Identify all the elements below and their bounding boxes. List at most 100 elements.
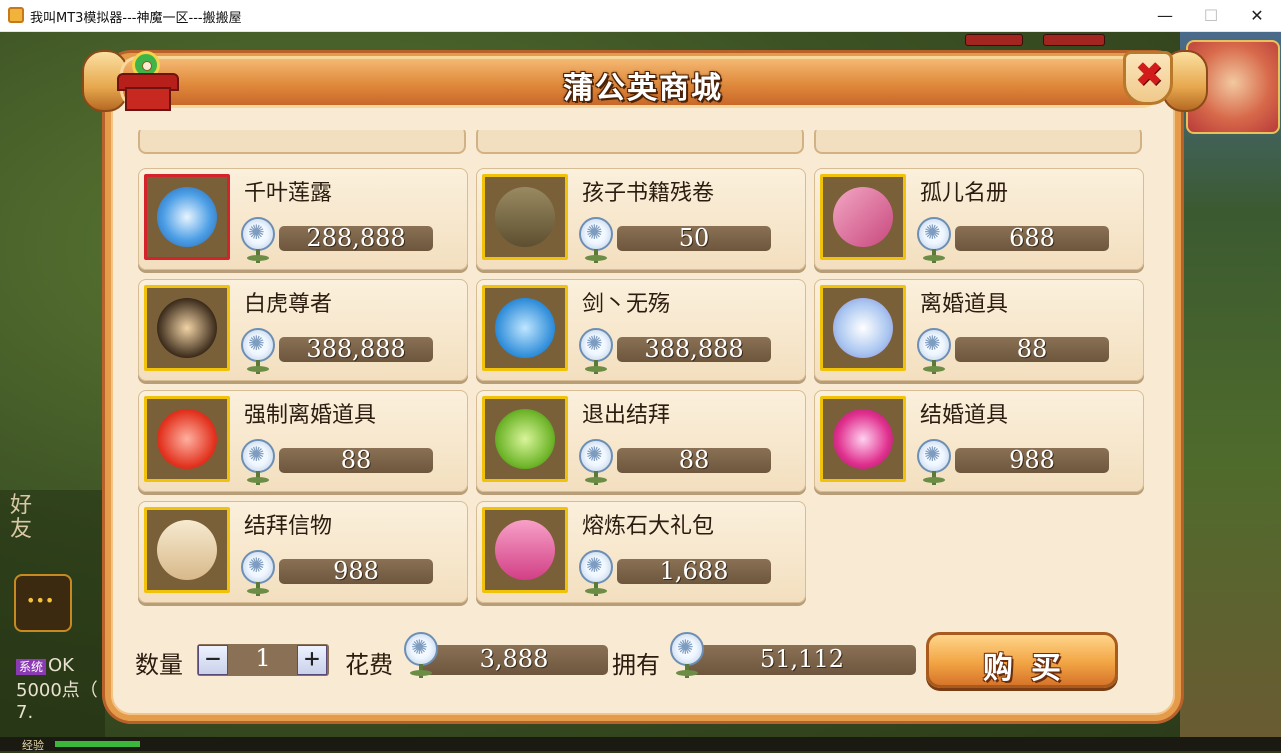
dandelion-icon: [666, 632, 712, 682]
item-thumbnail[interactable]: [820, 174, 906, 260]
dialog-close-button[interactable]: ✖: [1123, 51, 1173, 105]
pink-book-icon: [833, 187, 893, 247]
dandelion-icon: [913, 439, 957, 485]
quantity-minus-button[interactable]: −: [198, 645, 228, 675]
item-thumbnail[interactable]: [144, 285, 230, 371]
shop-item-card[interactable]: 结婚道具 988: [814, 390, 1144, 492]
item-name: 结婚道具: [920, 403, 1009, 428]
item-thumbnail[interactable]: [482, 396, 568, 482]
quantity-stepper: − 1 +: [197, 644, 329, 676]
item-price-bar: 88: [955, 335, 1109, 363]
quantity-value[interactable]: 1: [229, 644, 297, 672]
friend-label[interactable]: 好友: [10, 494, 40, 542]
item-name: 孤儿名册: [920, 181, 1009, 206]
window-close-button[interactable]: ✕: [1234, 0, 1280, 31]
shop-item-card[interactable]: 退出结拜 88: [476, 390, 806, 492]
cost-label: 花费: [345, 651, 393, 679]
system-chat-line1: OK: [48, 655, 74, 676]
item-name: 白虎尊者: [244, 292, 333, 317]
system-chat-text: 系统 OK 5000点（ 7.: [16, 655, 98, 723]
window-title-bar: 我叫MT3模拟器---神魔一区---搬搬屋 — ☐ ✕: [0, 0, 1281, 32]
partial-card: [476, 130, 804, 154]
item-thumbnail[interactable]: [820, 285, 906, 371]
dandelion-icon: [237, 439, 281, 485]
cost-value: 3,888: [479, 645, 549, 673]
item-price: 88: [678, 446, 710, 474]
item-thumbnail[interactable]: [144, 507, 230, 593]
owned-value-bar: 51,112: [688, 645, 916, 675]
item-price-bar: 688: [955, 224, 1109, 252]
shop-item-card[interactable]: 孤儿名册 688: [814, 168, 1144, 270]
item-price-bar: 388,888: [617, 335, 771, 363]
buy-button[interactable]: 购买: [926, 632, 1118, 688]
app-icon: [8, 7, 24, 23]
partial-card: [138, 130, 466, 154]
partial-card: [814, 130, 1142, 154]
buy-button-label: 购买: [983, 651, 1079, 686]
dandelion-icon: [237, 217, 281, 263]
scene-right-strip: [1180, 32, 1281, 751]
item-price: 288,888: [306, 224, 406, 252]
item-price: 988: [333, 557, 379, 585]
item-thumbnail[interactable]: [482, 174, 568, 260]
system-chat-line3: 7.: [16, 702, 34, 723]
shop-item-card[interactable]: 剑丶无殇 388,888: [476, 279, 806, 381]
item-price-bar: 288,888: [279, 224, 433, 252]
dandelion-icon: [575, 328, 619, 374]
shop-item-card[interactable]: 熔炼石大礼包 1,688: [476, 501, 806, 603]
item-name: 强制离婚道具: [244, 403, 377, 428]
dandelion-icon: [913, 328, 957, 374]
item-name: 孩子书籍残卷: [582, 181, 715, 206]
warrior-portrait-icon: [157, 298, 217, 358]
shop-item-card[interactable]: 千叶莲露 288,888: [138, 168, 468, 270]
item-price: 50: [678, 224, 710, 252]
shop-item-card[interactable]: 强制离婚道具 88: [138, 390, 468, 492]
ice-warrior-icon: [495, 298, 555, 358]
item-thumbnail[interactable]: [144, 174, 230, 260]
quantity-plus-button[interactable]: +: [297, 645, 327, 675]
item-name: 熔炼石大礼包: [582, 514, 715, 539]
item-price: 688: [1009, 224, 1055, 252]
item-thumbnail[interactable]: [482, 285, 568, 371]
dandelion-icon: [575, 217, 619, 263]
heart-sword-icon: [157, 409, 217, 469]
exp-bar: [0, 737, 1281, 751]
item-thumbnail[interactable]: [144, 396, 230, 482]
dandelion-icon: [400, 632, 446, 682]
hp-bars: [965, 34, 1105, 46]
item-name: 离婚道具: [920, 292, 1009, 317]
minimize-button[interactable]: —: [1142, 0, 1188, 31]
dandelion-icon: [575, 550, 619, 596]
window-title: 我叫MT3模拟器---神魔一区---搬搬屋: [30, 11, 242, 26]
item-price-bar: 388,888: [279, 335, 433, 363]
item-thumbnail[interactable]: [482, 507, 568, 593]
item-price: 88: [340, 446, 372, 474]
system-chat-line2: 5000点（: [16, 680, 98, 701]
item-price-bar: 50: [617, 224, 771, 252]
item-price: 388,888: [644, 335, 744, 363]
shop-item-card[interactable]: 白虎尊者 388,888: [138, 279, 468, 381]
quantity-label: 数量: [135, 651, 183, 679]
shop-item-card[interactable]: 结拜信物 988: [138, 501, 468, 603]
item-price-bar: 1,688: [617, 557, 771, 585]
shop-item-card[interactable]: 离婚道具 88: [814, 279, 1144, 381]
cost-value-bar: 3,888: [420, 645, 608, 675]
chat-bubble-icon[interactable]: [14, 574, 72, 632]
item-price-bar: 988: [279, 557, 433, 585]
item-price: 988: [1009, 446, 1055, 474]
item-price-bar: 88: [279, 446, 433, 474]
system-badge: 系统: [16, 659, 47, 675]
item-name: 剑丶无殇: [582, 292, 671, 317]
item-name: 千叶莲露: [244, 181, 333, 206]
green-heart-pendant-icon: [495, 409, 555, 469]
shop-item-card[interactable]: 孩子书籍残卷 50: [476, 168, 806, 270]
dandelion-icon: [913, 217, 957, 263]
item-price-bar: 988: [955, 446, 1109, 474]
maximize-button[interactable]: ☐: [1188, 0, 1234, 31]
blue-vase-icon: [157, 187, 217, 247]
item-grid[interactable]: 千叶莲露288,888孩子书籍残卷50孤儿名册688白虎尊者388,888剑丶无…: [130, 130, 1160, 610]
dialog-title: 蒲公英商城: [563, 71, 723, 106]
item-thumbnail[interactable]: [820, 396, 906, 482]
gift-box-icon: [495, 520, 555, 580]
scroll-icon: [157, 520, 217, 580]
